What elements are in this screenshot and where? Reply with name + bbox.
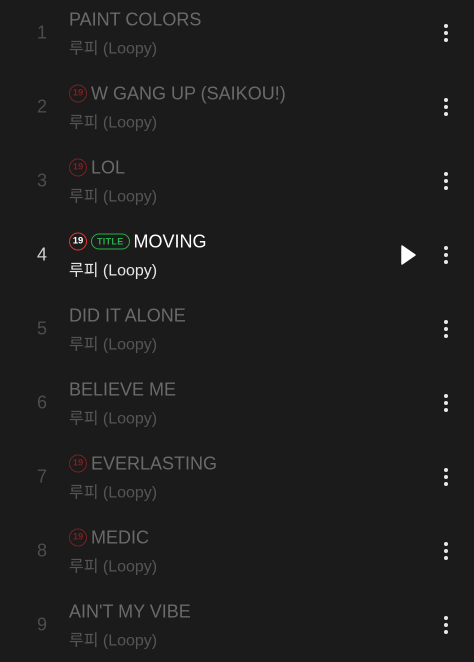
track-artist[interactable]: 루피 (Loopy)	[69, 553, 157, 577]
track-number: 3	[36, 170, 47, 191]
more-vertical-icon[interactable]	[436, 613, 456, 637]
track-artist[interactable]: 루피 (Loopy)	[69, 109, 286, 133]
more-dot	[444, 38, 448, 42]
track-number: 5	[36, 318, 47, 339]
age-rating-19-icon: 19	[69, 528, 87, 547]
more-vertical-icon[interactable]	[436, 539, 456, 563]
more-vertical-icon[interactable]	[436, 169, 456, 193]
more-dot	[444, 549, 448, 553]
track-info: AIN'T MY VIBE 루피 (Loopy)	[69, 600, 191, 651]
track-title[interactable]: AIN'T MY VIBE	[69, 601, 191, 622]
track-info: DID IT ALONE 루피 (Loopy)	[69, 304, 186, 355]
track-artist[interactable]: 루피 (Loopy)	[69, 479, 217, 503]
track-list: 1 PAINT COLORS 루피 (Loopy) 2 19 W GANG UP (SAI…	[0, 0, 474, 660]
track-row[interactable]: 8 19 MEDIC 루피 (Loopy)	[0, 514, 474, 588]
track-info: BELIEVE ME 루피 (Loopy)	[69, 378, 176, 429]
track-number: 7	[36, 466, 47, 487]
track-title-line: 19 MEDIC	[69, 526, 157, 550]
track-title-line: BELIEVE ME	[69, 378, 176, 402]
track-title[interactable]: MOVING	[134, 231, 207, 252]
track-title[interactable]: LOL	[91, 157, 125, 178]
track-number: 1	[36, 22, 47, 43]
track-row[interactable]: 7 19 EVERLASTING 루피 (Loopy)	[0, 440, 474, 514]
track-row[interactable]: 5 DID IT ALONE 루피 (Loopy)	[0, 292, 474, 366]
title-track-badge: TITLE	[91, 233, 130, 250]
more-dot	[444, 105, 448, 109]
more-vertical-icon[interactable]	[436, 95, 456, 119]
more-dot	[444, 260, 448, 264]
age-rating-19-icon: 19	[69, 158, 87, 177]
track-artist[interactable]: 루피 (Loopy)	[69, 627, 191, 651]
track-number: 2	[36, 96, 47, 117]
track-artist[interactable]: 루피 (Loopy)	[69, 405, 176, 429]
track-title[interactable]: PAINT COLORS	[69, 9, 201, 30]
track-title-line: 19 TITLE MOVING	[69, 230, 207, 254]
age-rating-19-icon: 19	[69, 232, 87, 251]
track-title-line: AIN'T MY VIBE	[69, 600, 191, 624]
more-dot	[444, 320, 448, 324]
more-dot	[444, 542, 448, 546]
more-vertical-icon[interactable]	[436, 465, 456, 489]
track-row[interactable]: 2 19 W GANG UP (SAIKOU!) 루피 (Loopy)	[0, 70, 474, 144]
track-info: 19 W GANG UP (SAIKOU!) 루피 (Loopy)	[69, 82, 286, 133]
track-artist[interactable]: 루피 (Loopy)	[69, 257, 207, 281]
age-rating-19-icon: 19	[69, 454, 87, 473]
more-dot	[444, 556, 448, 560]
track-row[interactable]: 9 AIN'T MY VIBE 루피 (Loopy)	[0, 588, 474, 662]
track-number: 4	[36, 244, 47, 265]
more-dot	[444, 482, 448, 486]
more-dot	[444, 630, 448, 634]
track-info: 19 LOL 루피 (Loopy)	[69, 156, 157, 207]
track-number: 9	[36, 614, 47, 635]
more-dot	[444, 401, 448, 405]
track-title-line: DID IT ALONE	[69, 304, 186, 328]
more-vertical-icon[interactable]	[436, 21, 456, 45]
track-artist[interactable]: 루피 (Loopy)	[69, 35, 201, 59]
track-title-line: 19 W GANG UP (SAIKOU!)	[69, 82, 286, 106]
track-info: 19 EVERLASTING 루피 (Loopy)	[69, 452, 217, 503]
more-dot	[444, 616, 448, 620]
more-dot	[444, 112, 448, 116]
track-row[interactable]: 6 BELIEVE ME 루피 (Loopy)	[0, 366, 474, 440]
track-info: PAINT COLORS 루피 (Loopy)	[69, 8, 201, 59]
more-vertical-icon[interactable]	[436, 317, 456, 341]
track-number: 8	[36, 540, 47, 561]
more-dot	[444, 408, 448, 412]
track-title[interactable]: BELIEVE ME	[69, 379, 176, 400]
play-icon[interactable]	[398, 244, 418, 266]
track-title[interactable]: MEDIC	[91, 527, 149, 548]
track-row[interactable]: 3 19 LOL 루피 (Loopy)	[0, 144, 474, 218]
track-title-line: 19 EVERLASTING	[69, 452, 217, 476]
more-vertical-icon[interactable]	[436, 243, 456, 267]
age-rating-19-icon: 19	[69, 84, 87, 103]
more-dot	[444, 327, 448, 331]
track-title[interactable]: EVERLASTING	[91, 453, 217, 474]
more-dot	[444, 172, 448, 176]
track-info: 19 TITLE MOVING 루피 (Loopy)	[69, 230, 207, 281]
track-title-line: PAINT COLORS	[69, 8, 201, 32]
track-artist[interactable]: 루피 (Loopy)	[69, 331, 186, 355]
track-title[interactable]: W GANG UP (SAIKOU!)	[91, 83, 286, 104]
more-dot	[444, 623, 448, 627]
track-number: 6	[36, 392, 47, 413]
more-dot	[444, 394, 448, 398]
more-dot	[444, 98, 448, 102]
more-dot	[444, 246, 448, 250]
more-dot	[444, 179, 448, 183]
track-title[interactable]: DID IT ALONE	[69, 305, 186, 326]
more-dot	[444, 253, 448, 257]
more-dot	[444, 475, 448, 479]
more-vertical-icon[interactable]	[436, 391, 456, 415]
track-row[interactable]: 4 19 TITLE MOVING 루피 (Loopy)	[0, 218, 474, 292]
track-artist[interactable]: 루피 (Loopy)	[69, 183, 157, 207]
more-dot	[444, 468, 448, 472]
more-dot	[444, 334, 448, 338]
more-dot	[444, 186, 448, 190]
track-info: 19 MEDIC 루피 (Loopy)	[69, 526, 157, 577]
more-dot	[444, 31, 448, 35]
track-title-line: 19 LOL	[69, 156, 157, 180]
track-row[interactable]: 1 PAINT COLORS 루피 (Loopy)	[0, 0, 474, 70]
more-dot	[444, 24, 448, 28]
